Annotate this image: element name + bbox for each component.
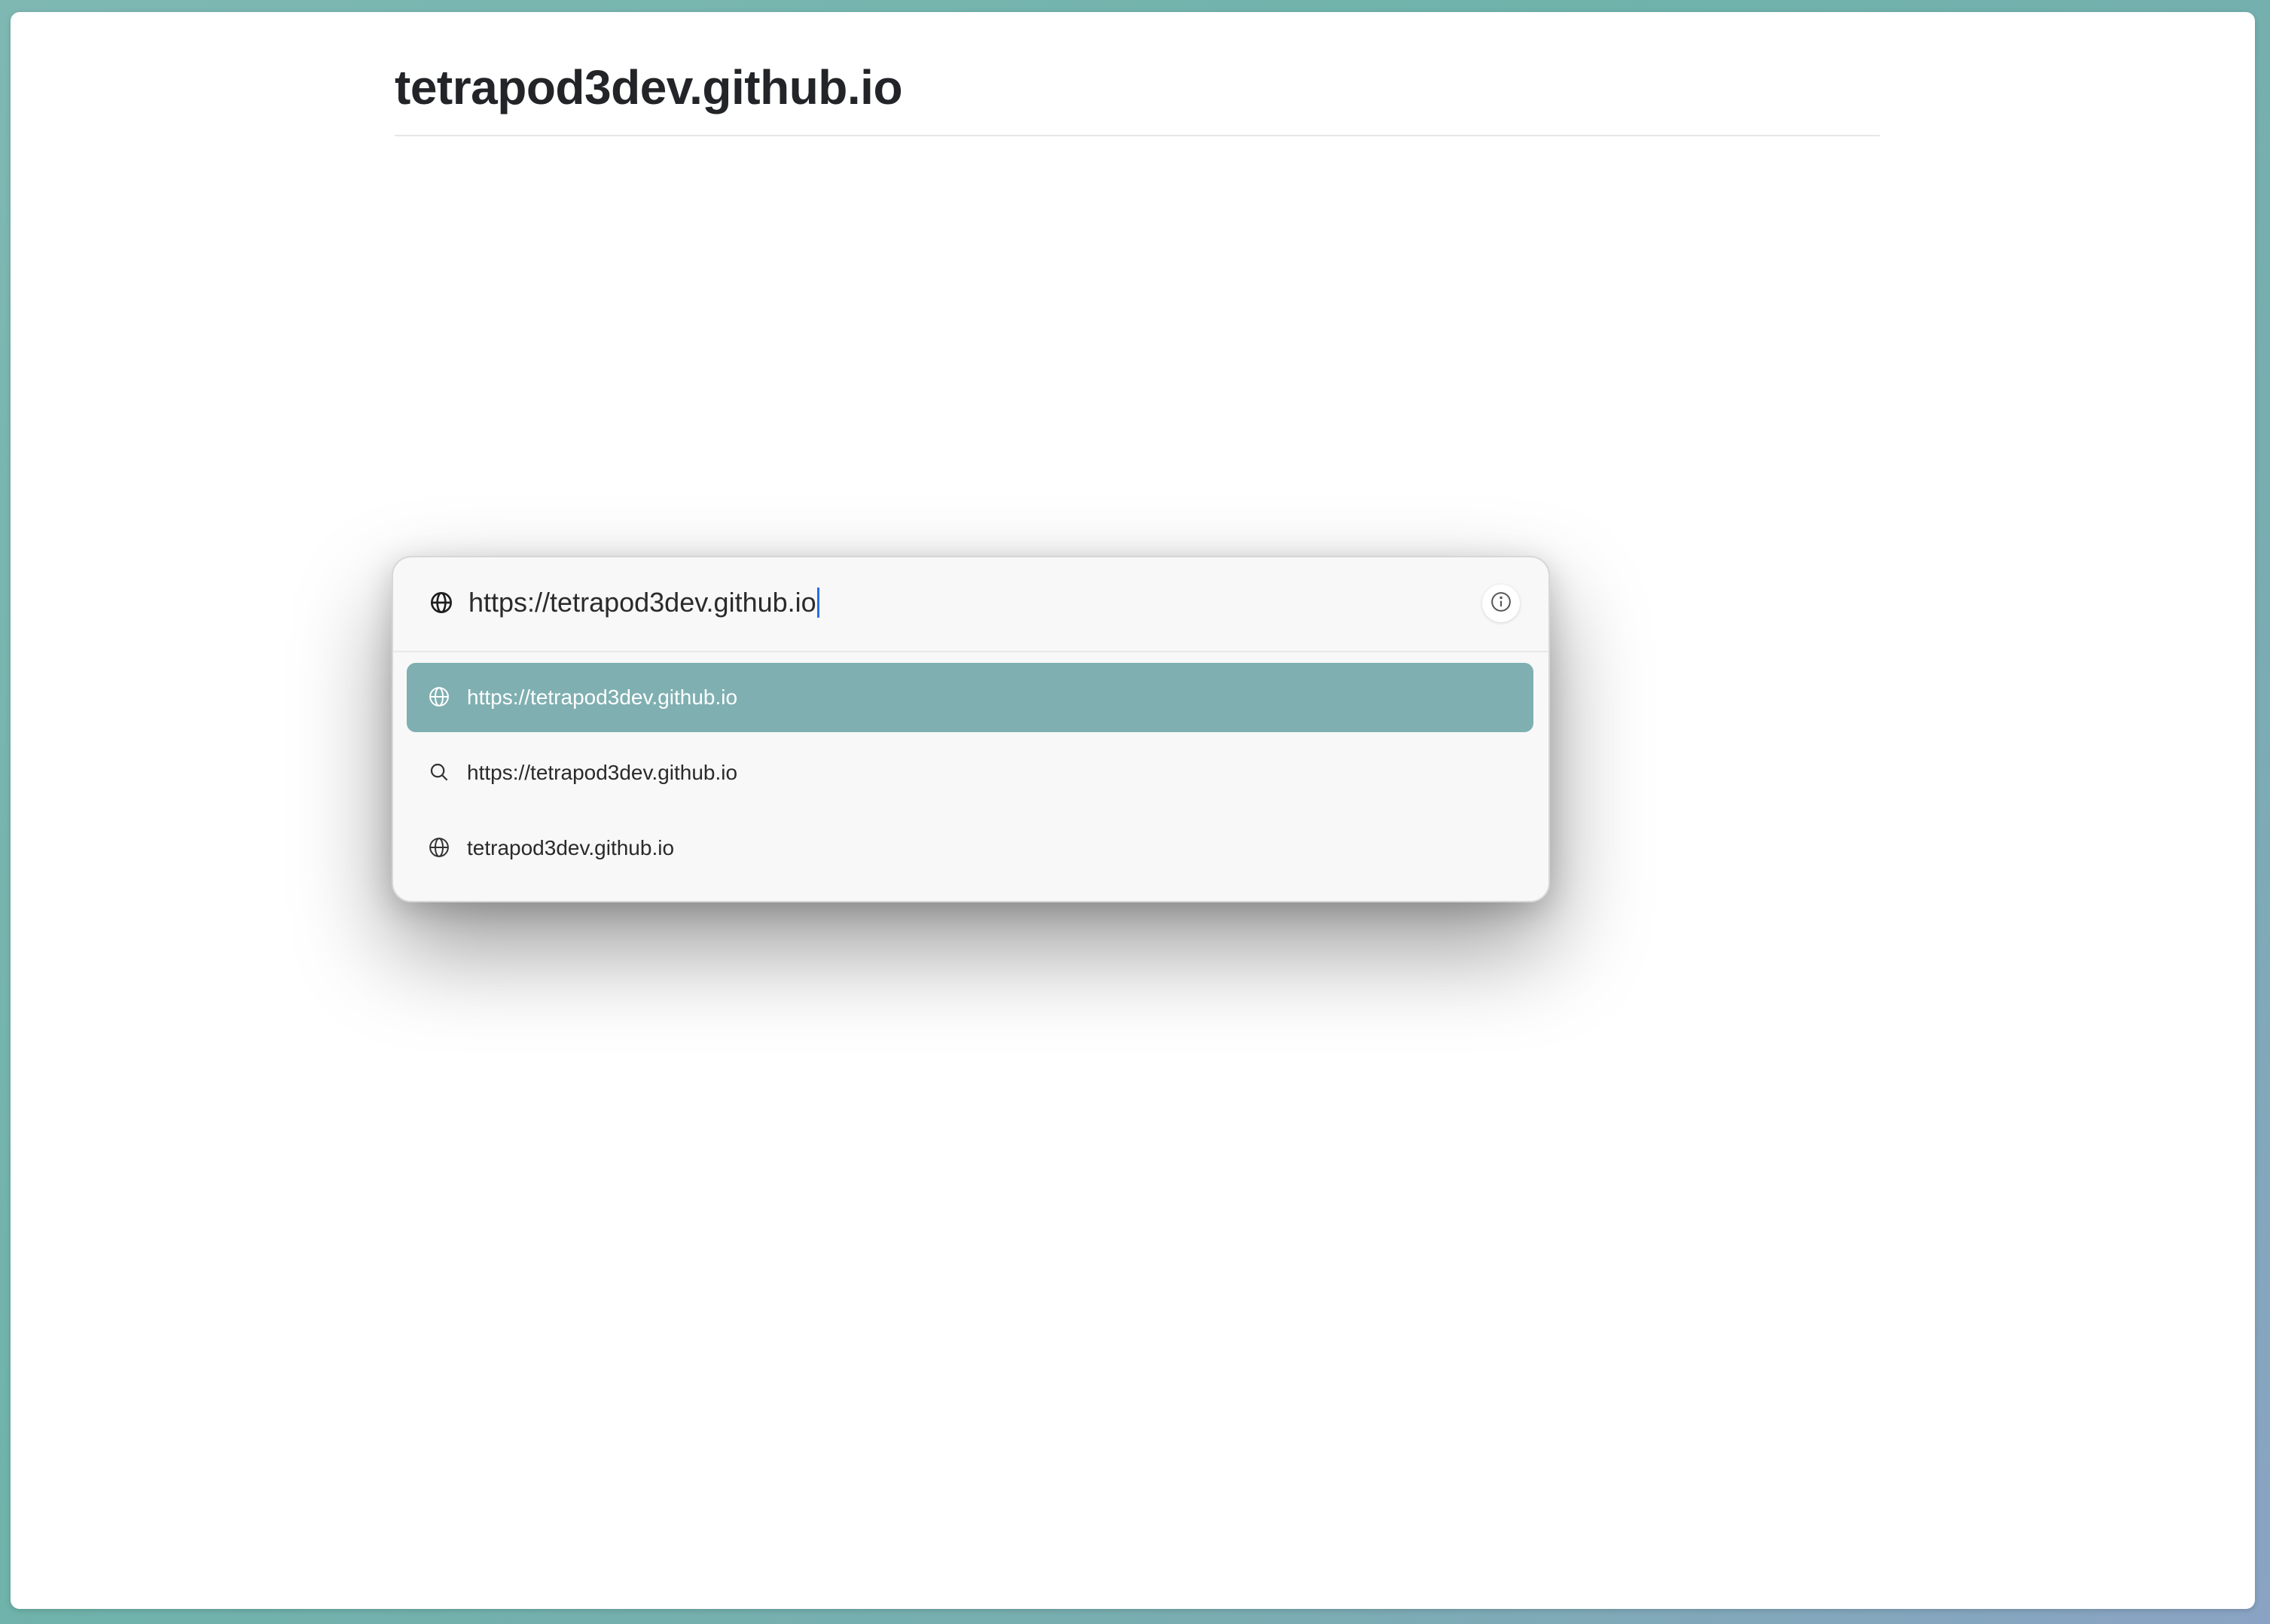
text-caret: [816, 588, 819, 618]
suggestion-item-search[interactable]: https://tetrapod3dev.github.io: [407, 738, 1533, 807]
title-divider: [395, 135, 1880, 136]
page-title: tetrapod3dev.github.io: [395, 60, 903, 114]
suggestion-item-open-url[interactable]: https://tetrapod3dev.github.io: [407, 663, 1533, 732]
suggestion-label: https://tetrapod3dev.github.io: [467, 685, 738, 709]
globe-icon: [428, 685, 450, 708]
globe-icon: [428, 836, 450, 859]
browser-window: tetrapod3dev.github.io https://tetrapod3…: [11, 12, 2255, 1609]
suggestion-item-site[interactable]: tetrapod3dev.github.io: [407, 814, 1533, 883]
command-palette: https://tetrapod3dev.github.io https://t…: [392, 556, 1550, 902]
search-icon: [428, 761, 450, 783]
suggestion-list: https://tetrapod3dev.github.io https://t…: [407, 663, 1533, 889]
url-input-value: https://tetrapod3dev.github.io: [468, 587, 816, 618]
info-circle-icon: [1490, 591, 1512, 617]
url-input-row: https://tetrapod3dev.github.io: [393, 557, 1548, 652]
suggestion-label: tetrapod3dev.github.io: [467, 836, 675, 859]
globe-icon: [429, 591, 453, 615]
url-input[interactable]: https://tetrapod3dev.github.io: [468, 586, 819, 619]
info-button[interactable]: [1482, 585, 1520, 622]
suggestion-label: https://tetrapod3dev.github.io: [467, 761, 738, 784]
